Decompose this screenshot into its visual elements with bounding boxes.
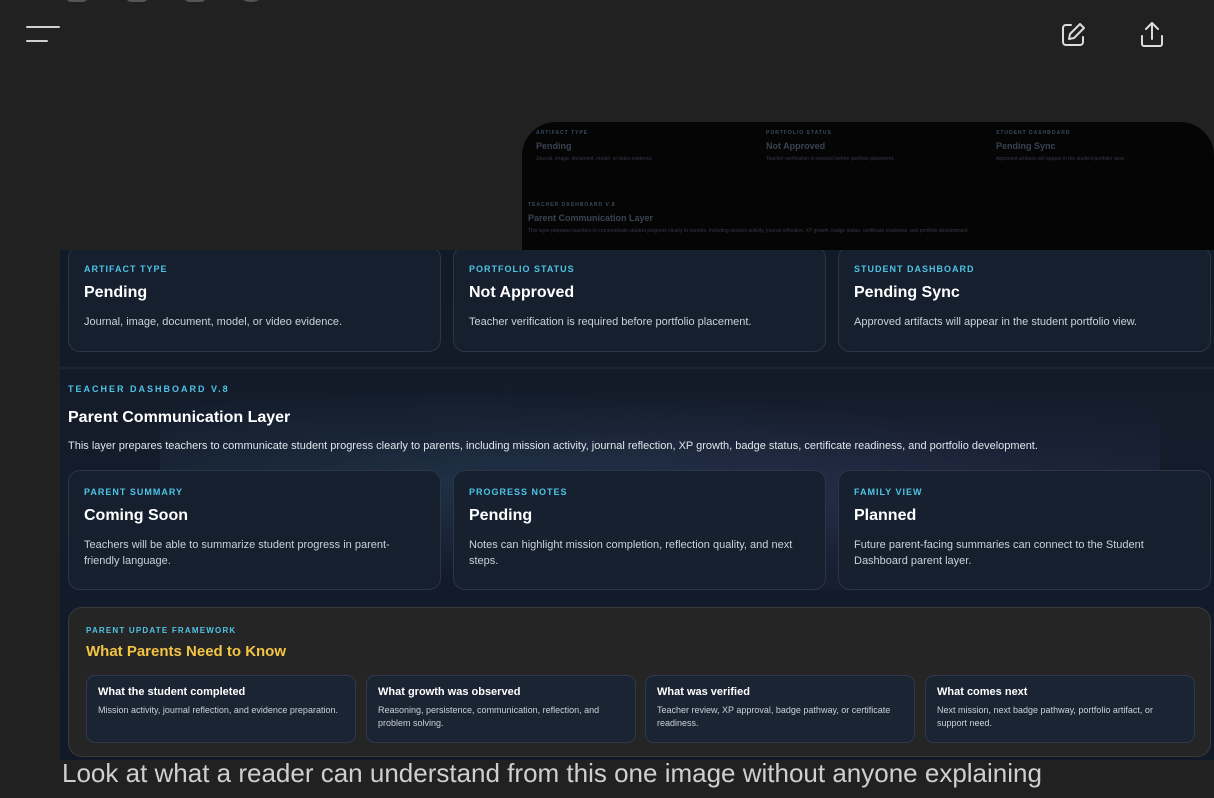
section-desc: This layer prepares teachers to communic… [68, 440, 1038, 452]
card-kicker: PROGRESS NOTES [469, 487, 568, 497]
preview-kicker: PORTFOLIO STATUS [766, 130, 832, 136]
card-kicker: PARENT SUMMARY [84, 487, 183, 497]
card-desc: Journal, image, document, model, or vide… [84, 316, 343, 328]
card-desc: Approved artifacts will appear in the st… [854, 316, 1138, 328]
section-divider [60, 367, 1214, 369]
compose-icon[interactable] [1056, 18, 1090, 52]
card-kicker: FAMILY VIEW [854, 487, 923, 497]
framework-item-title: What was verified [657, 686, 750, 698]
teacher-dashboard-image[interactable]: ARTIFACT TYPE Pending Journal, image, do… [60, 250, 1214, 760]
framework-item-title: What comes next [937, 686, 1028, 698]
preview-kicker: ARTIFACT TYPE [536, 130, 589, 136]
card-kicker: PORTFOLIO STATUS [469, 264, 575, 274]
preview-title: Pending [536, 141, 572, 151]
tab-ghost-icon [126, 0, 148, 2]
framework-item-desc: Next mission, next badge pathway, portfo… [937, 705, 1153, 728]
tab-ghost-icon [66, 0, 88, 2]
parent-summary-card: PARENT SUMMARY Coming Soon Teachers will… [68, 470, 441, 590]
family-view-card: FAMILY VIEW Planned Future parent-facing… [838, 470, 1211, 590]
card-desc: Teacher verification is required before … [469, 316, 752, 328]
progress-notes-card: PROGRESS NOTES Pending Notes can highlig… [453, 470, 826, 590]
shared-image-preview[interactable]: ARTIFACT TYPE Pending Journal, image, do… [522, 122, 1214, 250]
parent-update-framework: PARENT UPDATE FRAMEWORK What Parents Nee… [68, 607, 1211, 757]
framework-item-desc: Teacher review, XP approval, badge pathw… [657, 705, 891, 728]
tab-ghost-icon [240, 0, 262, 2]
share-upload-icon[interactable] [1135, 18, 1169, 52]
preview-desc: Teacher verification is required before … [766, 156, 895, 162]
framework-title: What Parents Need to Know [86, 643, 287, 660]
framework-item-desc: Mission activity, journal reflection, an… [98, 705, 338, 715]
framework-kicker: PARENT UPDATE FRAMEWORK [86, 626, 237, 635]
preview-section-kicker: TEACHER DASHBOARD V.8 [528, 202, 616, 208]
preview-title: Pending Sync [996, 141, 1056, 151]
preview-section-desc: This layer prepares teachers to communic… [528, 228, 969, 234]
framework-item-title: What the student completed [98, 686, 246, 698]
artifact-type-card: ARTIFACT TYPE Pending Journal, image, do… [68, 250, 441, 352]
card-title: Pending Sync [854, 284, 960, 301]
preview-kicker: STUDENT DASHBOARD [996, 130, 1071, 136]
card-title: Coming Soon [84, 507, 188, 524]
card-title: Pending [469, 507, 533, 524]
preview-section-title: Parent Communication Layer [528, 213, 654, 223]
card-title: Not Approved [469, 284, 575, 301]
framework-item: What was verified Teacher review, XP app… [645, 675, 915, 743]
portfolio-status-card: PORTFOLIO STATUS Not Approved Teacher ve… [453, 250, 826, 352]
card-kicker: ARTIFACT TYPE [84, 264, 168, 274]
preview-desc: Approved artifacts will appear in the st… [996, 156, 1125, 162]
card-desc: Teachers will be able to summarize stude… [84, 539, 390, 567]
card-title: Planned [854, 507, 917, 524]
hamburger-menu-icon[interactable] [24, 22, 62, 48]
card-kicker: STUDENT DASHBOARD [854, 264, 975, 274]
top-toolbar [0, 0, 1214, 70]
message-text: Look at what a reader can understand fro… [62, 758, 1042, 788]
section-kicker: TEACHER DASHBOARD V.8 [68, 384, 230, 394]
student-dashboard-card: STUDENT DASHBOARD Pending Sync Approved … [838, 250, 1211, 352]
framework-item-desc: Reasoning, persistence, communication, r… [378, 705, 600, 728]
preview-desc: Journal, image, document, model, or vide… [536, 156, 654, 162]
tab-ghost-icon [184, 0, 206, 2]
framework-item-title: What growth was observed [378, 686, 521, 698]
preview-title: Not Approved [766, 141, 826, 151]
section-title: Parent Communication Layer [68, 409, 291, 426]
framework-item: What the student completed Mission activ… [86, 675, 356, 743]
framework-item: What comes next Next mission, next badge… [925, 675, 1195, 743]
framework-item: What growth was observed Reasoning, pers… [366, 675, 636, 743]
card-title: Pending [84, 284, 148, 301]
card-desc: Future parent-facing summaries can conne… [854, 539, 1144, 567]
card-desc: Notes can highlight mission completion, … [469, 539, 793, 567]
